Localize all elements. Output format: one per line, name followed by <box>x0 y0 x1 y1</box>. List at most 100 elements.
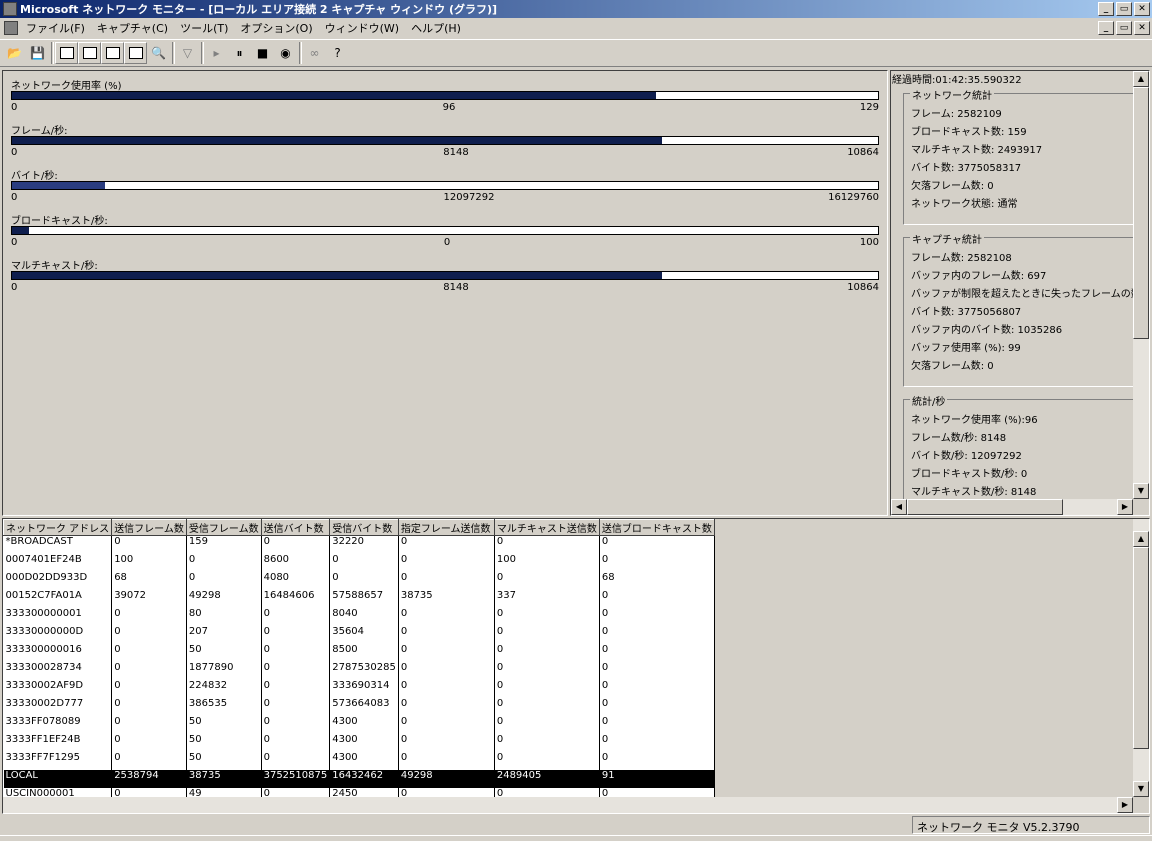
stop-and-view-icon[interactable]: ◉ <box>274 42 297 64</box>
table-cell: *BROADCAST <box>3 535 113 554</box>
doc-minimize-button[interactable]: _ <box>1098 21 1114 35</box>
table-row[interactable]: 3333FF1EF24B 0 50 0 4300 0 0 0 <box>3 733 715 752</box>
table-row[interactable]: 33330002AF9D 0 224832 0 333690314 0 0 0 <box>3 679 715 698</box>
column-header-bytes-sent[interactable]: 送信バイト数 <box>260 519 331 536</box>
pane-graph-icon[interactable] <box>55 42 78 64</box>
table-row[interactable]: 3333FF7F1295 0 50 0 4300 0 0 0 <box>3 751 715 770</box>
pause-icon[interactable]: ⏸ <box>228 42 251 64</box>
table-cell: 50 <box>186 733 262 752</box>
table-cell: 0 <box>329 553 399 572</box>
table-row[interactable]: 333300028734 0 1877890 0 2787530285 0 0 0 <box>3 661 715 680</box>
doc-close-button[interactable]: ✕ <box>1134 21 1150 35</box>
table-row[interactable]: *BROADCAST 0 159 0 32220 0 0 0 <box>3 535 715 554</box>
table-cell: 0 <box>111 607 187 626</box>
pane-total-icon[interactable] <box>124 42 147 64</box>
column-header-frames-received[interactable]: 受信フレーム数 <box>185 519 262 536</box>
table-row[interactable]: 00152C7FA01A 39072 49298 16484606 57588657 38… <box>3 589 715 608</box>
pane-session-icon[interactable] <box>78 42 101 64</box>
close-button[interactable]: ✕ <box>1134 2 1150 16</box>
menu-capture[interactable]: キャプチャ(C) <box>93 20 176 36</box>
station-statistics-pane: ネットワーク アドレス 送信フレーム数 受信フレーム数 送信バイト数 受信バイト… <box>2 518 1150 814</box>
table-cell: 91 <box>599 769 715 788</box>
scroll-right-button[interactable]: ▶ <box>1117 499 1133 515</box>
table-cell: 573664083 <box>329 697 399 716</box>
pane-station-icon[interactable] <box>101 42 124 64</box>
table-row[interactable]: LOCAL 2538794 38735 3752510875 16432462 49298… <box>3 769 715 788</box>
filter-icon[interactable]: ▽ <box>176 42 199 64</box>
view-icon[interactable]: ∞ <box>303 42 326 64</box>
table-row[interactable]: 333300000001 0 80 0 8040 0 0 0 <box>3 607 715 626</box>
doc-restore-button[interactable]: ▭ <box>1116 21 1132 35</box>
table-row[interactable]: 33330002D777 0 386535 0 573664083 0 0 0 <box>3 697 715 716</box>
table-cell: 16432462 <box>329 769 399 788</box>
title-bar[interactable]: Microsoft ネットワーク モニター - [ローカル エリア接続 2 キャ… <box>0 0 1152 18</box>
table-cell: 1877890 <box>186 661 262 680</box>
table-cell: 3333FF7F1295 <box>3 751 113 770</box>
graph-pane: ネットワーク使用率 (%) 0 96 129 フレーム/秒: 0 8148 10… <box>2 70 888 516</box>
table-row[interactable]: 33330000000D 0 207 0 35604 0 0 0 <box>3 625 715 644</box>
menu-options[interactable]: オプション(O) <box>236 20 320 36</box>
stat-row: ブロードキャスト数/秒: 0 <box>911 469 1028 480</box>
table-cell: 16484606 <box>261 589 331 608</box>
scroll-up-button[interactable]: ▲ <box>1133 531 1149 547</box>
table-cell: 32220 <box>329 535 399 554</box>
stat-row: バッファが制限を超えたときに失ったフレームの数: 257 <box>911 289 1134 300</box>
table-horizontal-scrollbar[interactable]: ▶ <box>3 797 1133 813</box>
scroll-up-button[interactable]: ▲ <box>1133 71 1149 87</box>
column-header-directed-frames-sent[interactable]: 指定フレーム送信数 <box>397 519 495 536</box>
meter-fill <box>12 137 662 144</box>
stop-icon[interactable]: ■ <box>251 42 274 64</box>
table-row[interactable]: 0007401EF24B 100 0 8600 0 0 100 0 <box>3 553 715 572</box>
table-cell: 4300 <box>329 751 399 770</box>
table-row[interactable]: 3333FF078089 0 50 0 4300 0 0 0 <box>3 715 715 734</box>
stats-vertical-scrollbar[interactable]: ▲ ▼ <box>1133 71 1149 499</box>
scroll-down-button[interactable]: ▼ <box>1133 483 1149 499</box>
table-row[interactable]: 333300000016 0 50 0 8500 0 0 0 <box>3 643 715 662</box>
menu-tools[interactable]: ツール(T) <box>176 20 236 36</box>
table-vertical-scrollbar[interactable]: ▲ ▼ <box>1133 519 1149 797</box>
scroll-thumb[interactable] <box>1133 547 1149 749</box>
stat-row: バイト数/秒: 12097292 <box>911 451 1022 462</box>
elapsed-time: 経過時間:01:42:35.590322 <box>892 75 1022 86</box>
table-cell: 333300000001 <box>3 607 113 626</box>
start-icon[interactable]: ▸ <box>205 42 228 64</box>
scroll-thumb[interactable] <box>1133 87 1149 339</box>
column-header-broadcasts-sent[interactable]: 送信ブロードキャスト数 <box>598 519 715 536</box>
table-cell: 0 <box>111 661 187 680</box>
scroll-thumb[interactable] <box>907 499 1063 515</box>
restore-button[interactable]: ▭ <box>1116 2 1132 16</box>
stats-horizontal-scrollbar[interactable]: ◀ ▶ <box>891 499 1133 515</box>
column-header-bytes-received[interactable]: 受信バイト数 <box>329 519 399 536</box>
stat-row: ネットワーク状態: 通常 <box>911 199 1018 210</box>
table-cell: 33330000000D <box>3 625 113 644</box>
scroll-right-button[interactable]: ▶ <box>1117 797 1133 813</box>
table-cell: 0 <box>599 589 715 608</box>
column-header-frames-sent[interactable]: 送信フレーム数 <box>111 519 187 536</box>
save-icon[interactable]: 💾 <box>26 42 49 64</box>
find-icon[interactable]: 🔍 <box>147 42 170 64</box>
table-cell: 0 <box>494 535 600 554</box>
table-cell: 0 <box>599 643 715 662</box>
scroll-down-button[interactable]: ▼ <box>1133 781 1149 797</box>
column-header-multicasts-sent[interactable]: マルチキャスト送信数 <box>493 519 600 536</box>
menu-file[interactable]: ファイル(F) <box>22 20 93 36</box>
help-icon[interactable]: ? <box>326 42 349 64</box>
meter-label: ブロードキャスト/秒: <box>11 216 108 227</box>
table-cell: 0 <box>261 733 331 752</box>
table-cell: 0 <box>111 751 187 770</box>
menu-window[interactable]: ウィンドウ(W) <box>321 20 407 36</box>
scroll-left-button[interactable]: ◀ <box>891 499 907 515</box>
table-cell: 0 <box>398 571 495 590</box>
minimize-button[interactable]: _ <box>1098 2 1114 16</box>
document-icon[interactable] <box>4 21 18 35</box>
column-header-address[interactable]: ネットワーク アドレス <box>3 519 113 536</box>
open-icon[interactable]: 📂 <box>3 42 26 64</box>
group-title: ネットワーク統計 <box>910 87 994 102</box>
meter-current: 8148 <box>443 282 469 293</box>
menu-help[interactable]: ヘルプ(H) <box>407 20 469 36</box>
table-row[interactable]: 000D02DD933D 68 0 4080 0 0 0 68 <box>3 571 715 590</box>
table-cell: 0 <box>599 751 715 770</box>
meter-current: 8148 <box>443 147 469 158</box>
table-cell: 333300000016 <box>3 643 113 662</box>
table-cell: 0 <box>261 625 331 644</box>
